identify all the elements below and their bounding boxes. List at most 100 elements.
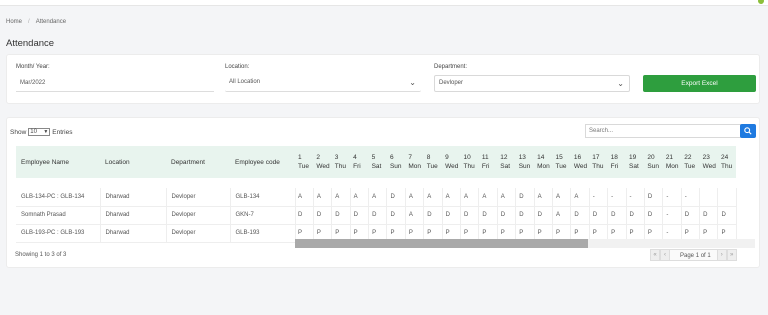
attendance-cell: D [626, 206, 645, 225]
attendance-row: DDDDDDADDDDDDDADDDDD-DDD [295, 206, 737, 225]
column-header[interactable]: Employee Name [16, 146, 100, 178]
day-number: 23 [702, 154, 710, 161]
attendance-row: AAAAADAAAAAADAAA---D-- [295, 188, 737, 207]
department-cell: Devloper [166, 188, 231, 207]
entries-value: 10 [30, 129, 37, 135]
attendance-cell: - [607, 188, 627, 207]
day-weekday: Tue [426, 163, 438, 170]
day-number: 20 [647, 154, 655, 161]
next-page-button[interactable]: › [716, 249, 727, 261]
day-column-header: 10 Thu [460, 146, 479, 178]
attendance-cell: A [552, 206, 572, 225]
attendance-cell: D [570, 206, 590, 225]
user-avatar[interactable] [758, 0, 764, 4]
day-weekday: Fri [353, 163, 361, 170]
attendance-cell: A [405, 206, 425, 225]
attendance-cell: A [552, 188, 572, 207]
day-number: 12 [500, 154, 508, 161]
attendance-cell: A [570, 188, 590, 207]
day-weekday: Tue [298, 163, 309, 170]
day-columns: 1 Tue 2 Wed 3 Thu 4 Fri 5 Sat 6 Sun 7 Mon 8 Tue 9 Wed 10 Th… [295, 146, 755, 243]
day-number: 24 [720, 154, 729, 161]
day-weekday: Thu [334, 163, 346, 170]
day-weekday: Wed [445, 163, 459, 170]
entries-select[interactable]: 10 ▼ [28, 128, 51, 136]
attendance-cell: D [295, 206, 314, 225]
attendance-cell: D [699, 206, 719, 225]
day-column-header: 16 Wed [570, 146, 590, 178]
attendance-cell: D [478, 206, 498, 225]
page-label: Page [680, 253, 695, 259]
day-number: 18 [610, 154, 618, 161]
attendance-cell: A [405, 188, 425, 207]
breadcrumb-home[interactable]: Home [6, 19, 22, 25]
column-header[interactable]: Department [166, 146, 230, 178]
day-column-header: 5 Sat [368, 146, 387, 178]
attendance-cell [699, 188, 719, 207]
attendance-cell: D [386, 188, 406, 207]
department-select[interactable]: Devloper ⌄ [434, 75, 630, 92]
horizontal-scrollbar[interactable] [295, 239, 755, 248]
location-cell: Dharwad [100, 224, 167, 243]
employee-name-cell: GLB-193-PC : GLB-193 [16, 224, 101, 243]
filter-panel: Month/ Year: Mar/2022 Location: All Loca… [6, 54, 760, 104]
day-number: 19 [629, 154, 637, 161]
day-column-header: 20 Sun [644, 146, 663, 178]
day-column-header: 19 Sat [626, 146, 645, 178]
attendance-cell [717, 188, 737, 207]
attendance-cell: - [681, 188, 701, 207]
employee-code-cell: GLB-193 [230, 224, 296, 243]
export-excel-button[interactable]: Export Excel [643, 75, 756, 92]
table-row: Somnath Prasad Dharwad Devloper GKN-7 [16, 206, 296, 225]
breadcrumb: Home / Attendance [6, 19, 66, 25]
month-year-label: Month/ Year: [16, 64, 50, 70]
attendance-cell: D [644, 188, 664, 207]
showing-info: Showing 1 to 3 of 3 [15, 252, 67, 258]
attendance-cell: D [442, 206, 462, 225]
column-header[interactable]: Employee code [230, 146, 295, 178]
previous-page-button[interactable]: ‹ [660, 249, 670, 261]
day-column-header: 14 Mon [534, 146, 553, 178]
day-number: 21 [665, 154, 674, 161]
top-bar [0, 0, 768, 6]
attendance-cell: D [368, 206, 388, 225]
day-column-header: 1 Tue [295, 146, 314, 178]
day-number: 15 [555, 154, 563, 161]
day-column-header: 4 Fri [350, 146, 369, 178]
attendance-cell: A [350, 188, 370, 207]
day-column-header: 11 Fri [478, 146, 498, 178]
department-cell: Devloper [166, 224, 231, 243]
attendance-cell: D [423, 206, 443, 225]
day-column-header: 13 Sun [515, 146, 535, 178]
day-column-header: 9 Wed [442, 146, 461, 178]
page-value: 1 of 1 [695, 253, 711, 259]
day-column-header: 17 Thu [589, 146, 608, 178]
column-header[interactable]: Location [100, 146, 166, 178]
search-button[interactable] [740, 124, 756, 138]
location-select[interactable]: All Location ⌄ [225, 75, 421, 92]
day-weekday: Sat [371, 163, 382, 170]
day-number: 6 [389, 154, 394, 161]
chevron-down-icon: ⌄ [617, 79, 624, 88]
day-column-header: 15 Tue [552, 146, 571, 178]
page-title: Attendance [6, 38, 55, 49]
day-column-header: 6 Sun [386, 146, 406, 178]
month-year-input[interactable]: Mar/2022 [16, 76, 214, 92]
first-page-button[interactable]: « [650, 249, 660, 261]
day-number: 7 [408, 154, 412, 161]
search-icon [744, 127, 752, 135]
day-column-header: 24 Thu [717, 146, 737, 178]
search-input[interactable]: Search... [585, 124, 741, 138]
attendance-cell: D [534, 206, 553, 225]
attendance-cell: - [662, 188, 682, 207]
department-cell: Devloper [166, 206, 231, 225]
last-page-button[interactable]: » [726, 249, 737, 261]
attendance-cell: A [442, 188, 462, 207]
day-column-header: 7 Mon [405, 146, 424, 178]
scrollbar-thumb[interactable] [295, 239, 588, 248]
day-number: 4 [353, 154, 357, 161]
location-cell: Dharwad [100, 188, 167, 207]
day-number: 2 [316, 154, 321, 161]
attendance-cell: D [589, 206, 609, 225]
day-number: 8 [426, 154, 431, 161]
